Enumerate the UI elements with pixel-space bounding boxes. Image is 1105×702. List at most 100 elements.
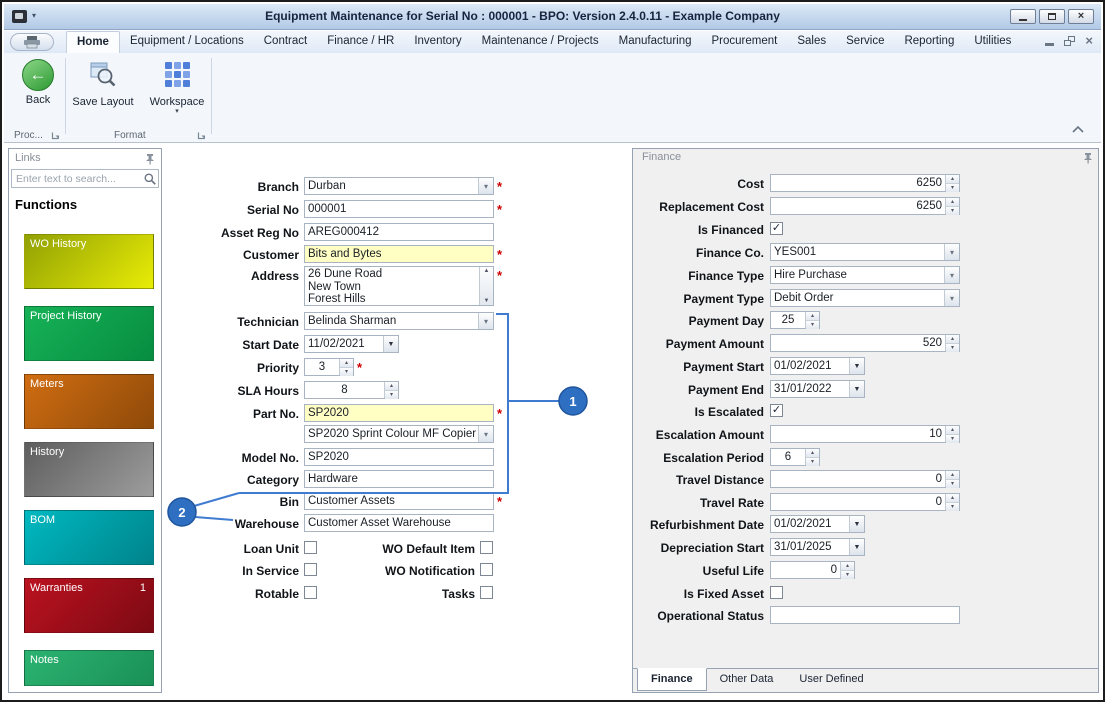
group-process-launcher-icon[interactable]: [51, 131, 61, 141]
search-icon[interactable]: [142, 172, 158, 186]
depreciation-start-input[interactable]: 31/01/2025 ▼: [770, 538, 865, 556]
bin-input[interactable]: Customer Assets: [304, 492, 494, 510]
warranties-button[interactable]: Warranties 1: [24, 578, 154, 633]
spin-down-icon[interactable]: ▾: [340, 367, 353, 376]
ribbon-tab-service[interactable]: Service: [836, 31, 894, 53]
replacement-cost-input[interactable]: 6250 ▴ ▾: [770, 197, 960, 215]
dropdown-button[interactable]: ▾: [478, 426, 493, 442]
part-description-input[interactable]: SP2020 Sprint Colour MF Copier ▾: [304, 425, 494, 443]
travel-distance-input[interactable]: 0 ▴ ▾: [770, 470, 960, 488]
dropdown-button[interactable]: ▾: [478, 313, 493, 329]
tasks-checkbox[interactable]: [480, 586, 493, 599]
spin-down-icon[interactable]: ▾: [946, 502, 959, 511]
payment-day-input[interactable]: 25 ▴ ▾: [770, 311, 820, 329]
branch-input[interactable]: Durban ▾: [304, 177, 494, 195]
pin-icon[interactable]: [144, 153, 156, 165]
useful-life-spinner[interactable]: ▴ ▾: [840, 562, 854, 578]
back-button[interactable]: ← Back: [10, 57, 66, 129]
close-button[interactable]: ×: [1068, 9, 1094, 24]
payment-start-input[interactable]: 01/02/2021 ▼: [770, 357, 865, 375]
spin-up-icon[interactable]: ▴: [946, 335, 959, 343]
bom-button[interactable]: BOM: [24, 510, 154, 565]
workspace-button[interactable]: Workspace ▾: [142, 57, 212, 129]
tab-user-defined[interactable]: User Defined: [786, 669, 876, 692]
is-fixed-asset-checkbox[interactable]: [770, 586, 783, 599]
spin-down-icon[interactable]: ▾: [946, 434, 959, 443]
spin-up-icon[interactable]: ▴: [806, 312, 819, 320]
mdi-close-icon[interactable]: ×: [1085, 34, 1093, 47]
ribbon-tab-contract[interactable]: Contract: [254, 31, 317, 53]
travel-distance-spinner[interactable]: ▴ ▾: [945, 471, 959, 487]
date-dropdown-button[interactable]: ▼: [383, 336, 398, 352]
payment-type-input[interactable]: Debit Order ▾: [770, 289, 960, 307]
warehouse-input[interactable]: Customer Asset Warehouse: [304, 514, 494, 532]
operational-status-input[interactable]: [770, 606, 960, 624]
ribbon-tab-manufacturing[interactable]: Manufacturing: [609, 31, 702, 53]
spin-down-icon[interactable]: ▾: [841, 570, 854, 579]
date-dropdown-button[interactable]: ▼: [849, 539, 864, 555]
ribbon-tab-utilities[interactable]: Utilities: [964, 31, 1021, 53]
refurbishment-date-input[interactable]: 01/02/2021 ▼: [770, 515, 865, 533]
useful-life-input[interactable]: 0 ▴ ▾: [770, 561, 855, 579]
travel-rate-input[interactable]: 0 ▴ ▾: [770, 493, 960, 511]
priority-spinner[interactable]: ▴ ▾: [339, 359, 353, 375]
date-dropdown-button[interactable]: ▼: [849, 516, 864, 532]
maximize-button[interactable]: [1039, 9, 1065, 24]
dropdown-button[interactable]: ▾: [944, 267, 959, 283]
scroll-up-icon[interactable]: ▲: [480, 267, 493, 275]
spin-down-icon[interactable]: ▾: [946, 479, 959, 488]
spin-down-icon[interactable]: ▾: [946, 183, 959, 192]
sla-hours-input[interactable]: 8 ▴ ▾: [304, 381, 399, 399]
links-search-box[interactable]: [11, 169, 159, 188]
address-scrollbar[interactable]: ▲ ▼: [479, 267, 493, 305]
ribbon-tab-sales[interactable]: Sales: [787, 31, 836, 53]
spin-up-icon[interactable]: ▴: [946, 426, 959, 434]
group-format-launcher-icon[interactable]: [197, 131, 207, 141]
loan-unit-checkbox[interactable]: [304, 541, 317, 554]
tab-finance[interactable]: Finance: [637, 668, 707, 691]
date-dropdown-button[interactable]: ▼: [849, 358, 864, 374]
minimize-button[interactable]: [1010, 9, 1036, 24]
finance-co-input[interactable]: YES001 ▾: [770, 243, 960, 261]
search-input[interactable]: [12, 173, 142, 185]
cost-input[interactable]: 6250 ▴ ▾: [770, 174, 960, 192]
history-button[interactable]: History: [24, 442, 154, 497]
scroll-down-icon[interactable]: ▼: [480, 297, 493, 305]
tab-other-data[interactable]: Other Data: [707, 669, 787, 692]
escalation-amount-spinner[interactable]: ▴ ▾: [945, 426, 959, 442]
dropdown-button[interactable]: ▾: [944, 244, 959, 260]
meters-button[interactable]: Meters: [24, 374, 154, 429]
escalation-period-input[interactable]: 6 ▴ ▾: [770, 448, 820, 466]
payment-day-spinner[interactable]: ▴ ▾: [805, 312, 819, 328]
address-input[interactable]: 26 Dune Road New Town Forest Hills ▲ ▼: [304, 266, 494, 306]
payment-amount-input[interactable]: 520 ▴ ▾: [770, 334, 960, 352]
collapse-ribbon-chevron-icon[interactable]: [1069, 123, 1087, 137]
spin-up-icon[interactable]: ▴: [946, 494, 959, 502]
escalation-period-spinner[interactable]: ▴ ▾: [805, 449, 819, 465]
spin-up-icon[interactable]: ▴: [946, 471, 959, 479]
ribbon-tab-finance-hr[interactable]: Finance / HR: [317, 31, 404, 53]
customer-input[interactable]: Bits and Bytes: [304, 245, 494, 263]
ribbon-tab-reporting[interactable]: Reporting: [894, 31, 964, 53]
category-input[interactable]: Hardware: [304, 470, 494, 488]
wo-default-item-checkbox[interactable]: [480, 541, 493, 554]
dropdown-button[interactable]: ▾: [944, 290, 959, 306]
quick-access-caret-icon[interactable]: ▾: [32, 11, 36, 20]
asset-reg-no-input[interactable]: AREG000412: [304, 223, 494, 241]
part-no-input[interactable]: SP2020: [304, 404, 494, 422]
wo-history-button[interactable]: WO History: [24, 234, 154, 289]
ribbon-tab-procurement[interactable]: Procurement: [702, 31, 788, 53]
ribbon-tab-home[interactable]: Home: [66, 31, 120, 53]
spin-up-icon[interactable]: ▴: [385, 382, 398, 390]
spin-up-icon[interactable]: ▴: [806, 449, 819, 457]
date-dropdown-button[interactable]: ▼: [849, 381, 864, 397]
dropdown-button[interactable]: ▾: [478, 178, 493, 194]
rotable-checkbox[interactable]: [304, 586, 317, 599]
is-escalated-checkbox[interactable]: ✓: [770, 404, 783, 417]
finance-pin-icon[interactable]: [1082, 152, 1094, 164]
escalation-amount-input[interactable]: 10 ▴ ▾: [770, 425, 960, 443]
spin-up-icon[interactable]: ▴: [841, 562, 854, 570]
payment-end-input[interactable]: 31/01/2022 ▼: [770, 380, 865, 398]
payment-amount-spinner[interactable]: ▴ ▾: [945, 335, 959, 351]
sla-hours-spinner[interactable]: ▴ ▾: [384, 382, 398, 398]
